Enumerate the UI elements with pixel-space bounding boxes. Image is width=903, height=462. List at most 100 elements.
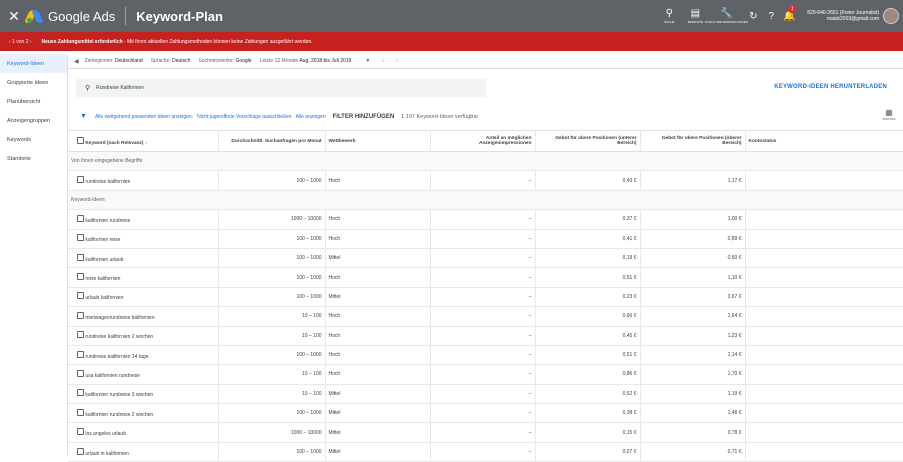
date-range-filter[interactable]: Letzte 12 Monate Aug. 2018 bis Juli 2019	[260, 58, 352, 64]
keyword-text: kalifornien rundreise 2 wochen	[85, 411, 154, 418]
header-bid-high[interactable]: Gebot für obere Positionen (oberer Berei…	[639, 130, 745, 152]
keyword-cell[interactable]: kalifornien rundreise 3 wochen	[68, 384, 218, 405]
date-range-dropdown-icon[interactable]: ▼	[365, 58, 370, 64]
add-filter-button[interactable]: FILTER HINZUFÜGEN	[333, 114, 395, 120]
tools-settings-button[interactable]: 🔧 TOOLS UND EINSTELLUNGEN	[705, 8, 748, 24]
header-searches[interactable]: Durchschnittl. Suchanfragen pro Monat	[217, 130, 325, 152]
bid-high-cell: 0,78 €	[639, 422, 745, 443]
keyword-cell[interactable]: mietwagenrundreise kalifornien	[68, 306, 218, 327]
keyword-cell[interactable]: rundreise kalifornien	[68, 170, 218, 191]
tools-settings-label: TOOLS UND EINSTELLUNGEN	[704, 20, 748, 24]
table-row[interactable]: los angeles urlaub 1000 – 10000 Mittel –0,1…	[68, 422, 903, 443]
keyword-cell[interactable]: kalifornien rundreise 2 wochen	[68, 403, 218, 424]
header-bid-low[interactable]: Gebot für obere Positionen (unterer Bere…	[534, 130, 640, 152]
collapse-sidebar-icon[interactable]: ◀	[74, 58, 79, 65]
sidebar-item-plan-overview[interactable]: Planübersicht	[0, 92, 67, 111]
table-row[interactable]: kalifornien rundreise 3 wochen 10 – 100 Mi…	[68, 384, 903, 405]
google-ads-logo[interactable]: Google Ads	[23, 8, 116, 24]
table-row[interactable]: rundreise kalifornien 2 wochen 10 – 100 Ho…	[68, 326, 903, 346]
filter-show-all[interactable]: Alle anzeigen	[296, 114, 326, 120]
date-prev-icon[interactable]: ‹	[382, 58, 384, 64]
table-row[interactable]: urlaub in kalifornien 100 – 1000 Mittel –0,…	[68, 442, 903, 462]
alert-pager-label: 1 von 2	[12, 38, 29, 45]
sidebar-item-keyword-ideas[interactable]: Keyword-Ideen	[0, 54, 67, 73]
impression-share-cell: –	[429, 209, 535, 230]
search-tool-button[interactable]: ⚲ SUCHE	[657, 8, 681, 24]
close-icon[interactable]: ✕	[3, 8, 25, 25]
keyword-cell[interactable]: usa kalifornien rundreise	[68, 364, 218, 385]
refresh-icon[interactable]: ↻	[745, 11, 761, 22]
table-row[interactable]: kalifornien reise 100 – 1000 Hoch –0,41 €0,…	[68, 229, 903, 249]
row-checkbox[interactable]	[77, 408, 84, 416]
keyword-cell[interactable]: los angeles urlaub	[68, 422, 218, 443]
download-keyword-ideas-button[interactable]: KEYWORD-IDEEN HERUNTERLADEN	[774, 84, 887, 90]
table-row[interactable]: kalifornien rundreise 1000 – 10000 Hoch –0,…	[68, 209, 903, 230]
row-checkbox[interactable]	[77, 273, 84, 281]
row-checkbox[interactable]	[77, 389, 84, 397]
date-next-icon[interactable]: ›	[396, 58, 398, 64]
help-icon[interactable]: ?	[763, 11, 779, 22]
table-row[interactable]: rundreise kalifornien 100 – 1000 Hoch –0,43…	[68, 170, 903, 191]
filter-broad-match[interactable]: Alle weitgehend passenden Ideen anzeigen…	[95, 114, 193, 120]
row-checkbox[interactable]	[77, 176, 84, 184]
sidebar-item-grouped-ideas[interactable]: Gruppierte Ideen	[0, 73, 67, 92]
table-row[interactable]: mietwagenrundreise kalifornien 10 – 100 Ho…	[68, 306, 903, 327]
filter-adult-exclude[interactable]: Nicht jugendfreie Vorschläge ausschließe…	[197, 114, 292, 120]
table-row[interactable]: rundreise kalifornien 14 tage 100 – 1000 H…	[68, 345, 903, 366]
row-checkbox[interactable]	[77, 428, 84, 436]
row-checkbox[interactable]	[77, 234, 84, 242]
location-filter[interactable]: Zielregionen: Deutschland	[85, 58, 143, 64]
row-checkbox[interactable]	[77, 369, 84, 377]
keyword-text: kalifornien reise	[85, 237, 121, 244]
bid-low-cell: 0,66 €	[534, 306, 640, 327]
row-checkbox[interactable]	[77, 447, 84, 455]
alert-pager[interactable]: ‹ 1 von 2 ›	[9, 39, 32, 45]
network-filter[interactable]: Suchnetzwerke: Google	[198, 58, 251, 64]
keyword-cell[interactable]: rundreise kalifornien 14 tage	[68, 345, 218, 366]
competition-cell: Hoch	[324, 326, 430, 346]
header-account-status[interactable]: Kontostatus	[744, 130, 903, 152]
select-all-checkbox[interactable]	[77, 136, 84, 144]
chevron-left-icon[interactable]: ‹	[9, 39, 11, 45]
impression-share-cell: –	[429, 442, 535, 462]
sidebar-item-ad-groups[interactable]: Anzeigengruppen	[0, 111, 67, 130]
row-checkbox[interactable]	[77, 331, 84, 339]
columns-button[interactable]: ▦ SPALTEN	[881, 109, 897, 122]
filter-icon[interactable]: ▼	[80, 113, 87, 120]
google-ads-logo-icon	[23, 9, 45, 23]
table-row[interactable]: kalifornien urlaub 100 – 1000 Mittel –0,19 …	[68, 248, 903, 269]
row-checkbox[interactable]	[77, 350, 84, 358]
table-row[interactable]: urlaub kalifornien 100 – 1000 Mittel –0,23 …	[68, 287, 903, 308]
table-row[interactable]: kalifornien rundreise 2 wochen 100 – 1000…	[68, 403, 903, 424]
sidebar-item-keywords[interactable]: Keywords	[0, 130, 67, 149]
keyword-cell[interactable]: kalifornien urlaub	[68, 248, 218, 269]
keyword-search-field[interactable]: ⚲ Rundreise Kalifornien	[76, 79, 486, 97]
keyword-cell[interactable]: urlaub in kalifornien	[68, 442, 218, 462]
competition-cell: Mittel	[324, 384, 430, 405]
table-row[interactable]: usa kalifornien rundreise 10 – 100 Hoch –0,…	[68, 364, 903, 385]
account-info[interactable]: 829-640-2651 (Freier Journalist) maisk20…	[807, 10, 879, 22]
header-keyword[interactable]: Keyword (nach Relevanz) ↓	[68, 130, 218, 152]
table-row[interactable]: reise kalifornien 100 – 1000 Hoch –0,51 €1,…	[68, 267, 903, 288]
keyword-cell[interactable]: reise kalifornien	[68, 267, 218, 288]
language-filter[interactable]: Sprache: Deutsch	[151, 58, 191, 64]
header-competition[interactable]: Wettbewerb	[324, 130, 430, 152]
row-checkbox[interactable]	[77, 311, 84, 319]
account-status-cell	[744, 326, 903, 346]
competition-cell: Hoch	[324, 229, 430, 249]
alert-title: Neues Zahlungsmittel erforderlich	[41, 38, 123, 45]
chevron-right-icon[interactable]: ›	[30, 39, 32, 45]
row-checkbox[interactable]	[77, 292, 84, 300]
header-impression-share[interactable]: Anteil an möglichen Anzeigenimpressionen	[429, 130, 535, 152]
row-checkbox[interactable]	[77, 253, 84, 261]
row-checkbox[interactable]	[77, 214, 84, 222]
keyword-text: kalifornien urlaub	[85, 256, 124, 263]
keyword-cell[interactable]: urlaub kalifornien	[68, 287, 218, 308]
sidebar-item-locations[interactable]: Standorte	[0, 149, 67, 168]
keyword-cell[interactable]: kalifornien reise	[68, 229, 218, 249]
keyword-cell[interactable]: rundreise kalifornien 2 wochen	[68, 326, 218, 346]
avatar[interactable]	[883, 8, 899, 24]
notifications-icon[interactable]: 🔔 1	[781, 4, 797, 22]
brand-name: Google Ads	[48, 8, 116, 24]
keyword-cell[interactable]: kalifornien rundreise	[68, 209, 218, 230]
